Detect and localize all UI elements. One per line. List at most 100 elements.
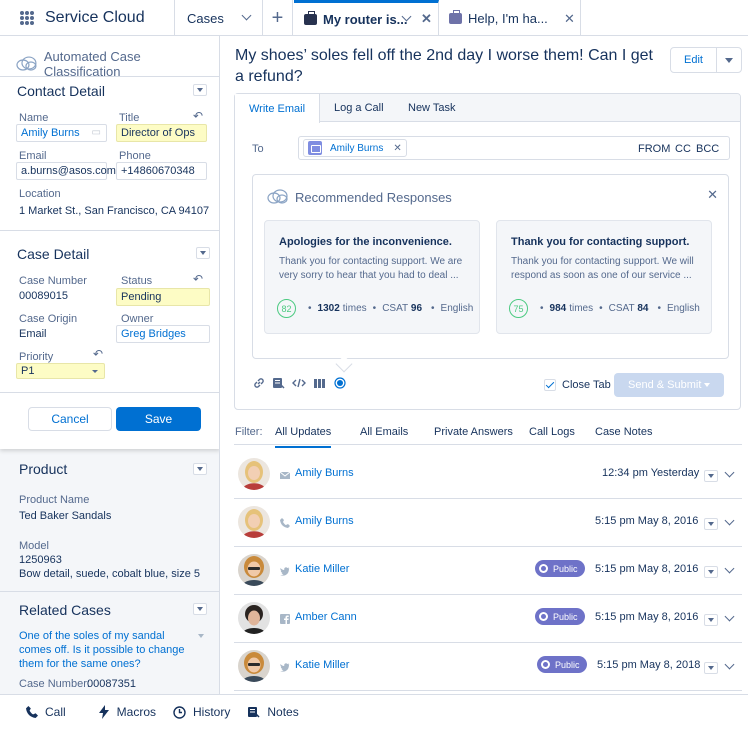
tab-log-a-call[interactable]: Log a Call (334, 94, 384, 122)
feed-item[interactable]: Katie Miller Public 5:15 pm May 8, 2018 (234, 643, 742, 691)
top-navigation-bar: Service Cloud Cases + My router is... ✕ … (0, 0, 748, 36)
filter-private-answers[interactable]: Private Answers (434, 426, 513, 438)
notes-icon (248, 707, 260, 718)
checkbox-checked[interactable] (544, 379, 556, 391)
author-link[interactable]: Katie Miller (295, 563, 349, 575)
twitter-icon (280, 565, 290, 576)
chevron-down-icon[interactable] (724, 659, 735, 670)
filter-all-emails[interactable]: All Emails (360, 426, 408, 438)
phone-field[interactable]: +14860670348 (116, 162, 207, 180)
bcc-button[interactable]: BCC (696, 143, 719, 155)
row-menu-button[interactable] (704, 518, 718, 530)
chevron-down-icon[interactable] (724, 611, 735, 622)
einstein-icon (16, 56, 37, 71)
save-button[interactable]: Save (116, 407, 201, 431)
chevron-down-icon[interactable] (198, 634, 204, 638)
title-field[interactable]: Director of Ops (116, 124, 207, 142)
divider (0, 230, 219, 231)
timestamp: 5:15 pm May 8, 2018 (597, 659, 701, 671)
feed-item[interactable]: Amily Burns 5:15 pm May 8, 2016 (234, 499, 742, 547)
tab-cases[interactable]: Cases (175, 0, 263, 36)
filter-case-notes[interactable]: Case Notes (595, 426, 652, 438)
response-card[interactable]: Thank you for contacting support. Thank … (496, 220, 712, 334)
remove-recipient-icon[interactable]: ✕ (393, 143, 401, 154)
send-and-submit-button[interactable]: Send & Submit (614, 373, 724, 397)
public-badge: Public (535, 608, 585, 625)
response-card[interactable]: Apologies for the inconvenience. Thank y… (264, 220, 480, 334)
feed-item[interactable]: Katie Miller Public 5:15 pm May 8, 2016 (234, 547, 742, 595)
einstein-icon (267, 189, 288, 204)
owner-field[interactable]: Greg Bridges (116, 325, 210, 343)
macros-button[interactable]: Macros (98, 705, 156, 719)
undo-icon[interactable]: ↶ (193, 272, 203, 286)
author-link[interactable]: Amber Cann (295, 611, 357, 623)
response-preview: Thank you for contacting support. We are… (279, 256, 463, 281)
app-launcher-icon[interactable] (20, 11, 34, 25)
divider (0, 591, 219, 592)
case-icon (304, 11, 317, 25)
composer-tabs: Write Email Log a Call New Task (235, 94, 740, 123)
app-launcher[interactable]: Service Cloud (0, 0, 175, 36)
more-actions-button[interactable] (717, 48, 741, 72)
edit-button[interactable]: Edit (671, 48, 717, 72)
name-field[interactable]: Amily Burns ▭ (16, 124, 107, 142)
close-icon[interactable]: ✕ (564, 11, 575, 27)
call-button[interactable]: Call (26, 705, 66, 719)
related-case-link[interactable]: One of the soles of my sandal comes off.… (19, 629, 194, 671)
chevron-down-icon[interactable] (724, 563, 735, 574)
status-label: Status (121, 275, 153, 287)
einstein-toggle-icon[interactable] (334, 377, 346, 392)
case-classification-card: Automated Case Classification Contact De… (0, 36, 219, 449)
from-button[interactable]: FROM (638, 143, 670, 155)
author-link[interactable]: Amily Burns (295, 515, 354, 527)
priority-select[interactable]: P1 (16, 363, 105, 379)
row-menu-button[interactable] (704, 470, 718, 482)
author-link[interactable]: Katie Miller (295, 659, 349, 671)
history-button[interactable]: History (173, 705, 230, 719)
email-field[interactable]: a.burns@asos.com (16, 162, 116, 180)
author-link[interactable]: Amily Burns (295, 467, 354, 479)
product-menu-button[interactable] (193, 463, 207, 475)
row-menu-button[interactable] (704, 614, 718, 626)
new-tab-button[interactable]: + (263, 0, 293, 36)
tab-write-email[interactable]: Write Email (235, 94, 321, 123)
template-icon[interactable] (272, 377, 285, 392)
status-field[interactable]: Pending (116, 288, 210, 306)
link-icon[interactable] (253, 377, 265, 392)
timestamp: 5:15 pm May 8, 2016 (595, 515, 699, 527)
chevron-down-icon[interactable] (241, 10, 252, 21)
case-origin-value: Email (19, 328, 47, 340)
contact-detail-menu-button[interactable] (193, 84, 207, 96)
name-label: Name (19, 112, 49, 124)
email-icon (279, 469, 291, 479)
close-icon[interactable]: ✕ (421, 11, 432, 27)
row-menu-button[interactable] (704, 662, 718, 674)
tab-new-task[interactable]: New Task (408, 94, 455, 122)
twitter-icon (280, 661, 290, 672)
close-tab-checkbox[interactable]: Close Tab (544, 379, 611, 391)
chevron-down-icon[interactable] (724, 515, 735, 526)
notes-button[interactable]: Notes (247, 705, 299, 719)
cancel-button[interactable]: Cancel (28, 407, 112, 431)
response-preview: Thank you for contacting support. We wil… (511, 256, 694, 281)
cc-button[interactable]: CC (675, 143, 691, 155)
feed-item[interactable]: Amber Cann Public 5:15 pm May 8, 2016 (234, 595, 742, 643)
filter-label: Filter: (235, 426, 263, 438)
card-title: Automated Case Classification (16, 49, 219, 79)
case-detail-menu-button[interactable] (196, 247, 210, 259)
tab-case-router[interactable]: My router is... ✕ (294, 0, 439, 36)
close-icon[interactable]: ✕ (707, 187, 718, 203)
feed-item[interactable]: Amily Burns 12:34 pm Yesterday (234, 451, 742, 499)
code-icon[interactable] (292, 377, 306, 392)
recipient-pill[interactable]: Amily Burns ✕ (303, 139, 407, 157)
knowledge-icon[interactable] (313, 377, 327, 392)
filter-call-logs[interactable]: Call Logs (529, 426, 575, 438)
undo-icon[interactable]: ↶ (193, 109, 203, 123)
tab-case-help[interactable]: Help, I'm ha... ✕ (439, 0, 581, 36)
public-badge: Public (537, 656, 587, 673)
chevron-down-icon[interactable] (724, 467, 735, 478)
row-menu-button[interactable] (704, 566, 718, 578)
utility-bar: Call Macros History Notes (0, 694, 748, 729)
undo-icon[interactable]: ↶ (93, 347, 103, 361)
related-cases-menu-button[interactable] (193, 603, 207, 615)
